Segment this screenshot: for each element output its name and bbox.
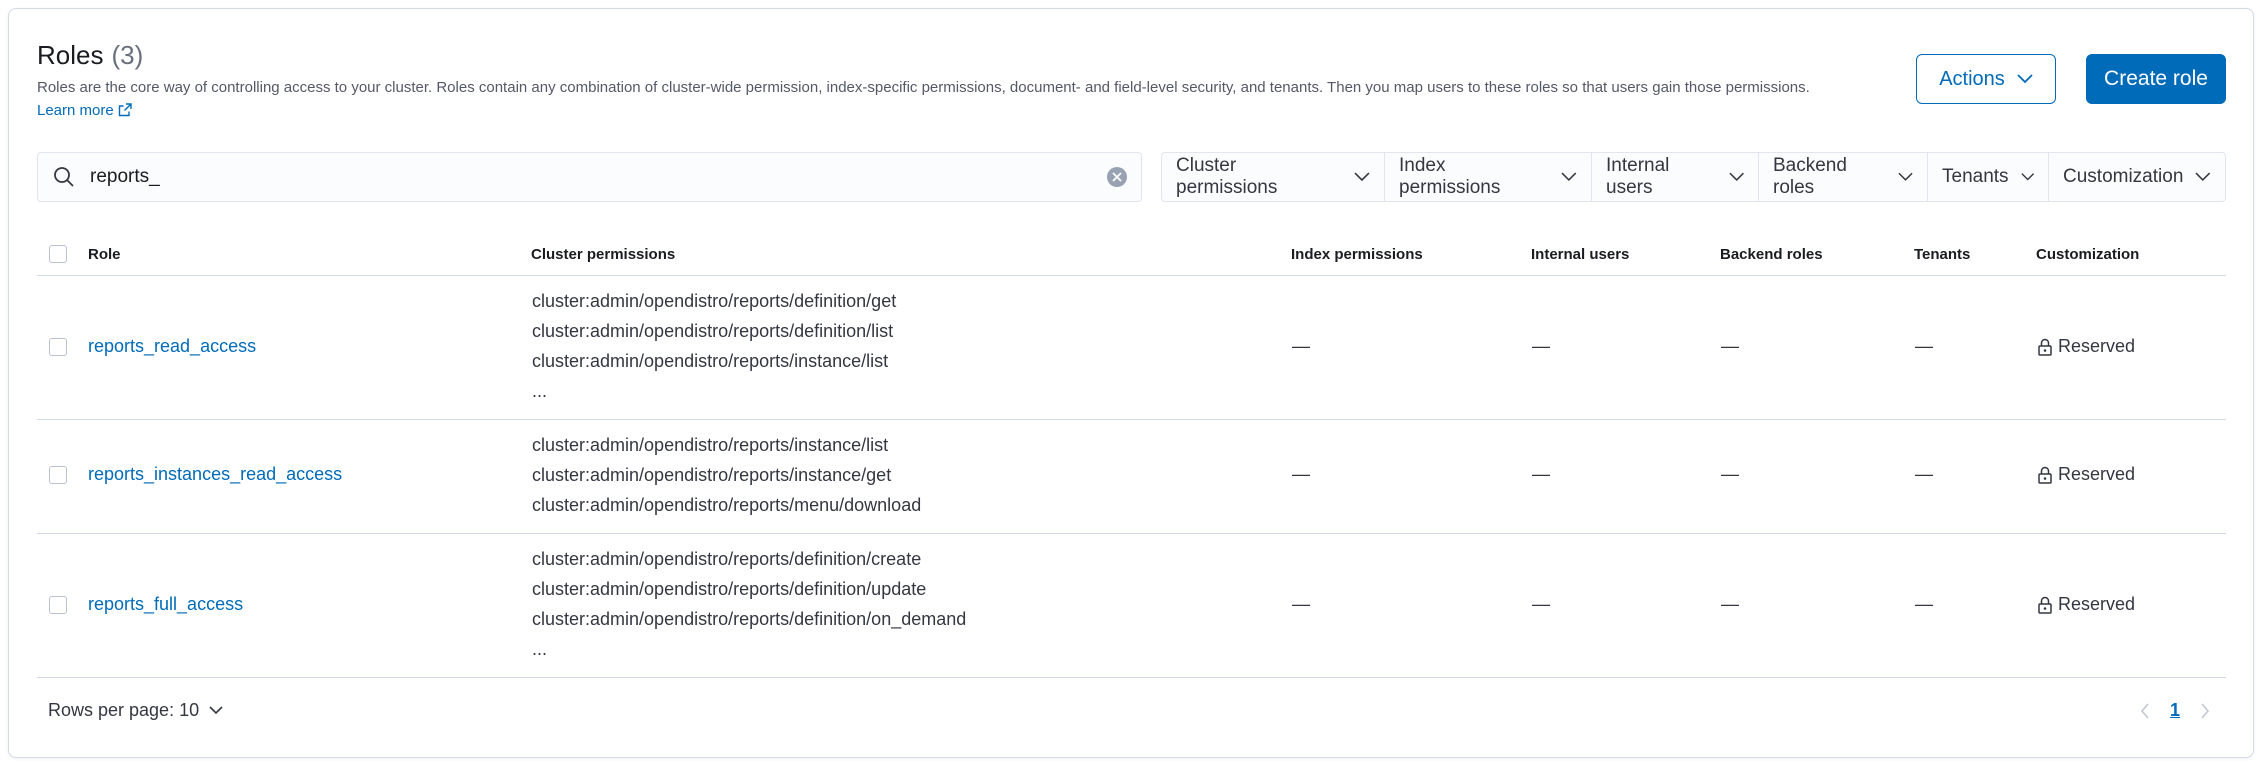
- tenants-value: —: [1915, 594, 1933, 614]
- chevron-right-icon[interactable]: [2200, 702, 2210, 719]
- customization-value: Reserved: [2038, 336, 2135, 357]
- backend-roles-value: —: [1721, 594, 1739, 614]
- filter-internal-users[interactable]: Internal users: [1592, 153, 1759, 201]
- filter-tenants[interactable]: Tenants: [1928, 153, 2049, 201]
- permission-item: cluster:admin/opendistro/reports/definit…: [532, 291, 897, 311]
- chevron-down-icon: [2195, 172, 2211, 182]
- cluster-permissions-list: cluster:admin/opendistro/reports/definit…: [532, 286, 896, 406]
- cluster-permissions-list: cluster:admin/opendistro/reports/definit…: [532, 544, 966, 664]
- description-text: Roles are the core way of controlling ac…: [37, 79, 1810, 96]
- backend-roles-value: —: [1721, 464, 1739, 484]
- customization-value: Reserved: [2038, 594, 2135, 615]
- permission-item: cluster:admin/opendistro/reports/menu/do…: [532, 495, 922, 515]
- role-link[interactable]: reports_instances_read_access: [88, 464, 342, 485]
- reserved-label: Reserved: [2058, 594, 2136, 614]
- filter-label: Index permissions: [1399, 155, 1501, 198]
- page-title: Roles (3): [37, 40, 143, 71]
- permission-item: cluster:admin/opendistro/reports/definit…: [532, 609, 967, 629]
- permission-item: cluster:admin/opendistro/reports/instanc…: [532, 351, 889, 371]
- column-header-index-permissions[interactable]: Index permissions: [1291, 246, 1423, 263]
- reserved-label: Reserved: [2058, 336, 2136, 356]
- page-description: Roles are the core way of controlling ac…: [37, 76, 1837, 122]
- row-checkbox[interactable]: [49, 338, 67, 356]
- row-checkbox[interactable]: [49, 596, 67, 614]
- search-input[interactable]: [90, 166, 1107, 188]
- chevron-down-icon: [1354, 172, 1370, 182]
- roles-table: Role Cluster permissions Index permissio…: [37, 234, 2226, 678]
- filter-index-permissions[interactable]: Index permissions: [1385, 153, 1592, 201]
- permission-item: cluster:admin/opendistro/reports/definit…: [532, 549, 922, 569]
- tenants-value: —: [1915, 464, 1933, 484]
- actions-label: Actions: [1939, 67, 2005, 90]
- external-link-icon: [118, 103, 132, 117]
- chevron-down-icon: [2020, 173, 2034, 181]
- column-header-tenants[interactable]: Tenants: [1914, 246, 1970, 263]
- table-row: reports_full_access cluster:admin/opendi…: [37, 534, 2226, 678]
- role-link[interactable]: reports_full_access: [88, 594, 243, 615]
- index-permissions-value: —: [1292, 464, 1310, 484]
- filter-group: Cluster permissions Index permissions In…: [1161, 152, 2226, 202]
- lock-icon: [2038, 466, 2052, 484]
- column-header-backend-roles[interactable]: Backend roles: [1720, 246, 1823, 263]
- actions-button[interactable]: Actions: [1916, 54, 2056, 104]
- search-bar: [37, 152, 1142, 202]
- filter-label: Tenants: [1942, 166, 2009, 187]
- customization-value: Reserved: [2038, 464, 2135, 485]
- column-header-role[interactable]: Role: [88, 246, 121, 263]
- chevron-down-icon: [1561, 172, 1577, 182]
- tenants-value: —: [1915, 336, 1933, 356]
- filter-backend-roles[interactable]: Backend roles: [1759, 153, 1928, 201]
- chevron-down-icon: [1729, 172, 1744, 181]
- page-number-current[interactable]: 1: [2170, 700, 2180, 721]
- chevron-down-icon: [209, 706, 223, 715]
- rows-per-page-label: Rows per page: 10: [48, 700, 200, 720]
- filter-label: Customization: [2063, 166, 2184, 187]
- create-role-button[interactable]: Create role: [2086, 54, 2226, 104]
- page-title-text: Roles: [37, 40, 104, 70]
- permission-more: ...: [532, 381, 548, 401]
- chevron-left-icon[interactable]: [2140, 702, 2150, 719]
- backend-roles-value: —: [1721, 336, 1739, 356]
- permission-more: ...: [532, 639, 548, 659]
- clear-search-icon[interactable]: [1107, 167, 1127, 187]
- pagination: 1: [2140, 700, 2210, 721]
- table-row: reports_instances_read_access cluster:ad…: [37, 420, 2226, 534]
- filter-label: Internal users: [1606, 155, 1670, 198]
- chevron-down-icon: [2017, 74, 2033, 84]
- cluster-permissions-list: cluster:admin/opendistro/reports/instanc…: [532, 430, 921, 520]
- reserved-label: Reserved: [2058, 464, 2136, 484]
- role-link[interactable]: reports_read_access: [88, 336, 256, 357]
- internal-users-value: —: [1532, 336, 1550, 356]
- permission-item: cluster:admin/opendistro/reports/definit…: [532, 321, 894, 341]
- learn-more-link[interactable]: Learn more: [37, 102, 132, 119]
- permission-item: cluster:admin/opendistro/reports/definit…: [532, 579, 927, 599]
- internal-users-value: —: [1532, 594, 1550, 614]
- learn-more-label: Learn more: [37, 102, 114, 119]
- column-header-customization[interactable]: Customization: [2036, 246, 2139, 263]
- permission-item: cluster:admin/opendistro/reports/instanc…: [532, 465, 892, 485]
- row-checkbox[interactable]: [49, 466, 67, 484]
- lock-icon: [2038, 596, 2052, 614]
- filter-label: Cluster permissions: [1176, 155, 1278, 198]
- permission-item: cluster:admin/opendistro/reports/instanc…: [532, 435, 889, 455]
- column-header-internal-users[interactable]: Internal users: [1531, 246, 1629, 263]
- filter-label: Backend roles: [1773, 155, 1847, 198]
- chevron-down-icon: [1898, 172, 1913, 181]
- column-header-cluster-permissions[interactable]: Cluster permissions: [531, 246, 675, 263]
- rows-per-page-button[interactable]: Rows per page: 10: [48, 700, 223, 721]
- filter-customization[interactable]: Customization: [2049, 153, 2225, 201]
- table-header: Role Cluster permissions Index permissio…: [37, 234, 2226, 276]
- index-permissions-value: —: [1292, 336, 1310, 356]
- internal-users-value: —: [1532, 464, 1550, 484]
- search-icon: [54, 167, 74, 187]
- table-row: reports_read_access cluster:admin/opendi…: [37, 276, 2226, 420]
- select-all-checkbox[interactable]: [49, 245, 67, 263]
- filter-cluster-permissions[interactable]: Cluster permissions: [1162, 153, 1385, 201]
- index-permissions-value: —: [1292, 594, 1310, 614]
- lock-icon: [2038, 338, 2052, 356]
- role-count: (3): [111, 40, 144, 70]
